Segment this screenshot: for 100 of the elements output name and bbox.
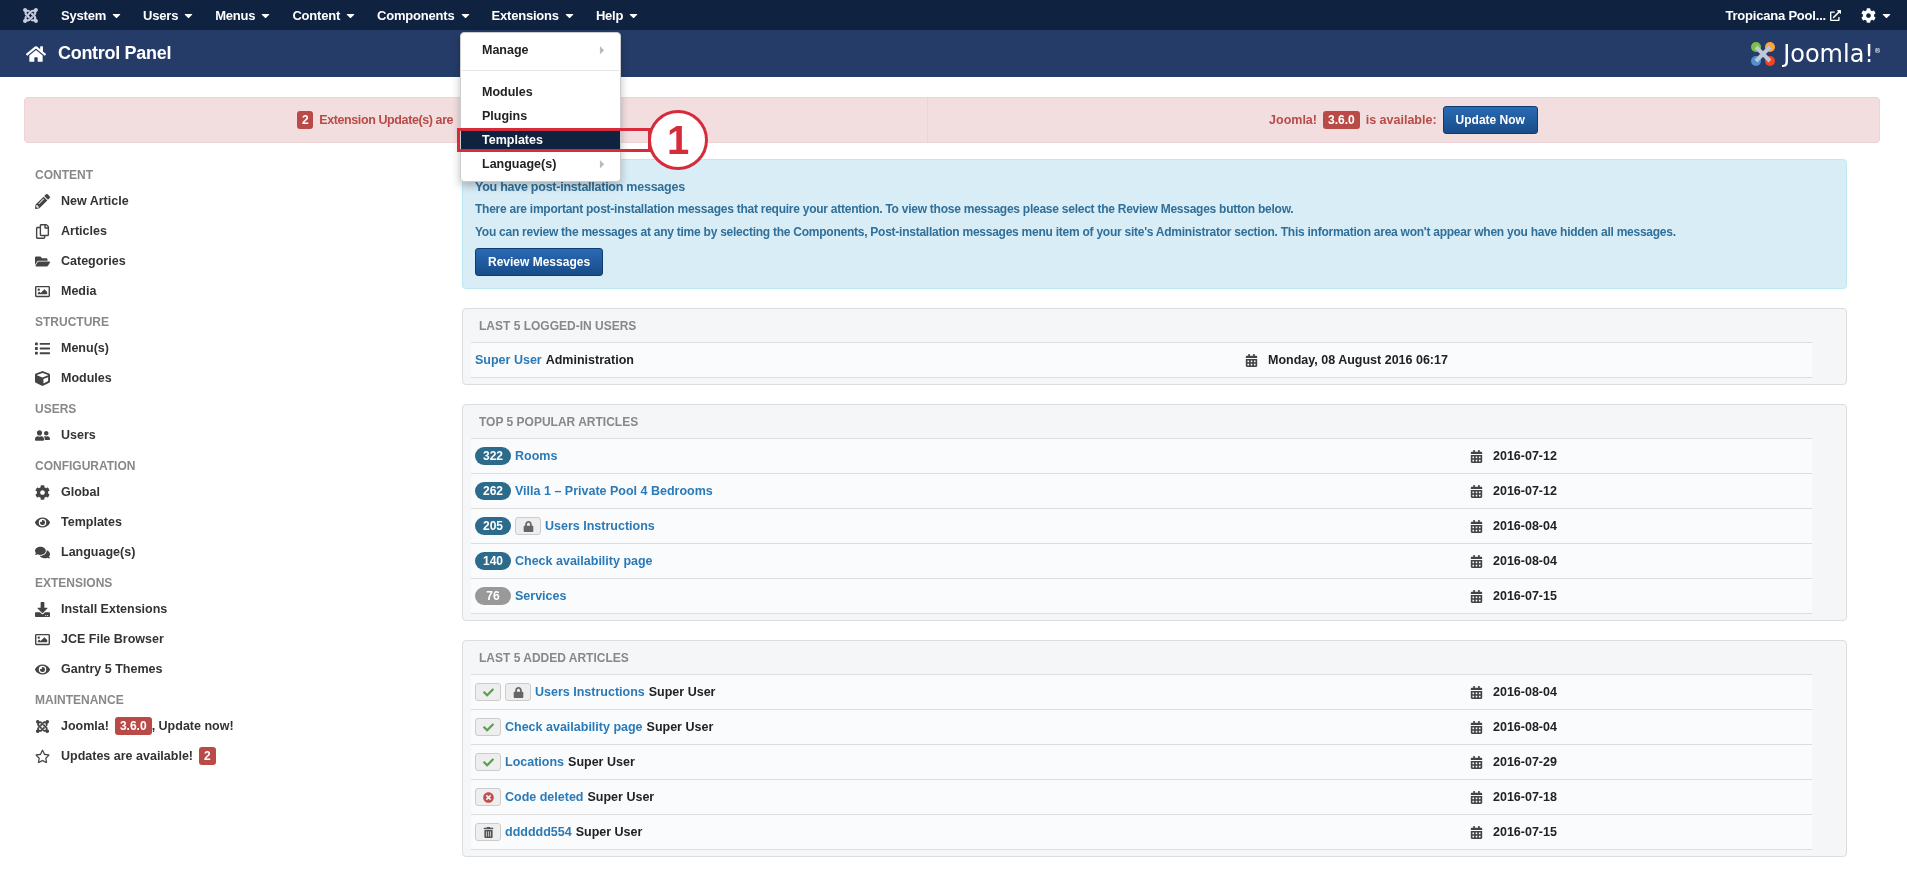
unpublished-icon[interactable] <box>475 788 501 806</box>
menu-item[interactable]: Modules <box>461 80 620 104</box>
alert-text: Joomla! <box>1269 113 1317 127</box>
article-link[interactable]: Rooms <box>515 449 558 463</box>
settings-icon <box>1861 7 1876 23</box>
calendar-icon <box>1470 589 1483 603</box>
sidebar-item[interactable]: Articles <box>61 216 107 246</box>
sidebar-item[interactable]: Modules <box>61 363 112 393</box>
hits-badge: 205 <box>475 517 511 535</box>
nav-menu[interactable]: Help <box>595 7 641 23</box>
calendar-icon <box>1470 519 1483 533</box>
article-date: 2016-07-15 <box>1493 589 1557 603</box>
settings-menu[interactable] <box>1861 7 1893 23</box>
sidebar-item[interactable]: JCE File Browser <box>61 624 164 654</box>
hits-badge: 322 <box>475 447 511 465</box>
nav-menu[interactable]: Users <box>143 7 196 23</box>
article-date: 2016-08-04 <box>1493 554 1557 568</box>
nav-menu[interactable]: Menus <box>215 7 273 23</box>
hits-badge: 76 <box>475 587 511 605</box>
count-badge: 2 <box>297 111 314 129</box>
user-area: Administration <box>545 353 634 367</box>
sidebar-item[interactable]: Templates <box>61 507 122 537</box>
article-link[interactable]: Users Instructions <box>535 685 645 699</box>
calendar-icon <box>1470 755 1483 769</box>
calendar-icon <box>1470 790 1483 804</box>
sidebar-item-text: , Update now! <box>151 718 234 735</box>
article-link[interactable]: Code deleted <box>505 790 584 804</box>
info-text: You can review the messages at any time by selecting the Components, Post-installation messages menu item of your site's Administrator section. This information area won't appear when you have hidden all messages. <box>475 225 1677 239</box>
article-date: 2016-08-04 <box>1493 685 1557 699</box>
check-icon[interactable] <box>475 718 501 736</box>
review-button[interactable]: Review Messages <box>475 248 604 276</box>
calendar-icon <box>1470 484 1483 498</box>
calendar-icon <box>1470 825 1483 839</box>
user-link[interactable]: Super User <box>475 353 542 367</box>
article-date: 2016-08-04 <box>1493 720 1557 734</box>
alert-text: is available: <box>1365 113 1437 127</box>
menu-item[interactable]: Language(s) <box>461 152 620 176</box>
article-author: Super User <box>575 825 643 839</box>
check-icon[interactable] <box>475 683 501 701</box>
logo-icon <box>22 6 39 24</box>
info-text: There are important post-installation messages that require your attention. To view those messages please select the Review Messages button below. <box>475 202 1295 216</box>
article-link[interactable]: Check availability page <box>515 554 653 568</box>
sidebar-item[interactable]: Media <box>61 276 97 306</box>
article-author: Super User <box>646 720 714 734</box>
calendar-icon <box>1470 449 1483 463</box>
site-link[interactable]: Tropicana Pool... <box>1725 7 1841 23</box>
menu-item[interactable]: Plugins <box>461 104 620 128</box>
nav-menu[interactable]: Content <box>292 7 358 23</box>
info-heading: You have post-installation messages <box>475 180 686 194</box>
nav-menu[interactable]: Extensions <box>491 7 576 23</box>
nav-menu[interactable]: Components <box>377 7 472 23</box>
logo-text: Joomla!$^{®}$ <box>1783 39 1881 68</box>
section-heading: EXTENSIONS <box>35 576 114 590</box>
sidebar-item[interactable]: Install Extensions <box>61 594 168 624</box>
sidebar-item[interactable]: Language(s) <box>61 537 136 567</box>
menu-item[interactable]: Manage <box>461 38 620 62</box>
sidebar-item[interactable]: Global <box>61 477 100 507</box>
article-link[interactable]: Users Instructions <box>545 519 655 533</box>
section-heading: CONFIGURATION <box>35 459 137 473</box>
section-heading: STRUCTURE <box>35 315 110 329</box>
sidebar-item[interactable]: Joomla! <box>61 711 109 741</box>
external-link-icon <box>1830 9 1841 21</box>
article-link[interactable]: Villa 1 – Private Pool 4 Bedrooms <box>515 484 713 498</box>
article-link[interactable]: Locations <box>505 755 565 769</box>
sidebar-item[interactable]: Gantry 5 Themes <box>61 654 163 684</box>
article-date: 2016-08-04 <box>1493 519 1557 533</box>
calendar-icon <box>1470 720 1483 734</box>
hits-badge: 140 <box>475 552 511 570</box>
sidebar-item[interactable]: Users <box>61 420 96 450</box>
login-date: Monday, 08 August 2016 06:17 <box>1268 353 1448 367</box>
trash-icon[interactable] <box>475 823 501 841</box>
article-link[interactable]: dddddd554 <box>505 825 572 839</box>
article-date: 2016-07-29 <box>1493 755 1557 769</box>
section-heading: CONTENT <box>35 168 94 182</box>
alert-text: Extension Update(s) are <box>319 113 454 127</box>
sidebar-item[interactable]: New Article <box>61 186 129 216</box>
count-badge: 3.6.0 <box>114 717 152 735</box>
calendar-icon <box>1245 353 1258 367</box>
calendar-icon <box>1470 685 1483 699</box>
section-heading: MAINTENANCE <box>35 693 125 707</box>
article-author: Super User <box>648 685 716 699</box>
sidebar-item[interactable]: Categories <box>61 246 126 276</box>
hits-badge: 262 <box>475 482 511 500</box>
sidebar-item[interactable]: Updates are available! <box>61 741 193 771</box>
home-icon <box>26 43 46 64</box>
section-heading: USERS <box>35 402 78 416</box>
article-link[interactable]: Check availability page <box>505 720 643 734</box>
check-icon[interactable] <box>475 753 501 771</box>
article-date: 2016-07-12 <box>1493 449 1557 463</box>
calendar-icon <box>1470 554 1483 568</box>
article-date: 2016-07-18 <box>1493 790 1557 804</box>
article-author: Super User <box>587 790 655 804</box>
logo-icon <box>1749 39 1778 68</box>
article-link[interactable]: Services <box>515 589 567 603</box>
update-button[interactable]: Update Now <box>1442 106 1538 134</box>
sidebar-item[interactable]: Menu(s) <box>61 333 109 363</box>
count-badge: 2 <box>199 747 216 765</box>
article-date: 2016-07-12 <box>1493 484 1557 498</box>
page-title: Control Panel <box>58 43 172 64</box>
nav-menu[interactable]: System <box>61 7 124 23</box>
